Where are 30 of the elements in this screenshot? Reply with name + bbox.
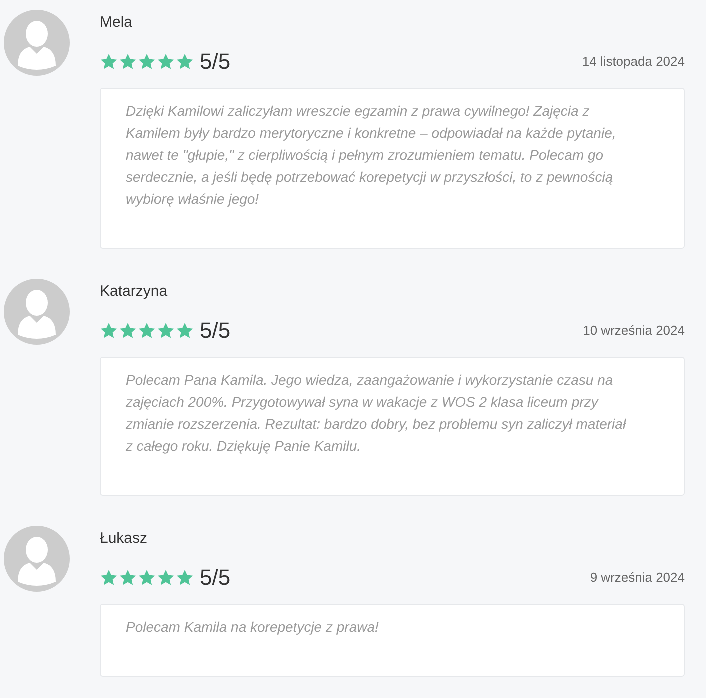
rating-score: 5/5 bbox=[200, 50, 231, 74]
star-icon bbox=[176, 53, 194, 71]
star-icon bbox=[157, 53, 175, 71]
star-icon bbox=[100, 53, 118, 71]
star-icon bbox=[138, 322, 156, 340]
star-icon bbox=[100, 322, 118, 340]
reviewer-name: Katarzyna bbox=[100, 282, 169, 302]
star-icon bbox=[157, 569, 175, 587]
star-icon bbox=[138, 569, 156, 587]
avatar-icon bbox=[4, 10, 70, 76]
star-icon bbox=[119, 53, 137, 71]
review-date: 9 września 2024 bbox=[590, 569, 685, 588]
star-icon bbox=[100, 569, 118, 587]
review-text: Dzięki Kamilowi zaliczyłam wreszcie egzamin z prawa cywilnego! Zajęcia z Kamilem były bardzo merytoryczne i konkretne – odpowiadał na każde pytanie, nawet te "głupie," z cierpliwością i pełnym zrozumieniem tematu. Polecam go serdecznie, a jeśli będę potrzebować korepetycji w przyszłości, to z pewnością wybiorę właśnie jego! bbox=[126, 102, 618, 209]
review-text: Polecam Pana Kamila. Jego wiedza, zaangażowanie i wykorzystanie czasu na zajęciach 200%. Przygotowywał syna w wakacje z WOS 2 klasa liceum przy zmianie rozszerzenia. Rezultat: bardzo dobry, bez problemu syn zaliczył materiał z całego roku. Dziękuję Panie Kamilu. bbox=[126, 371, 628, 456]
review-date: 14 listopada 2024 bbox=[582, 53, 685, 72]
avatar-icon bbox=[4, 526, 70, 592]
avatar-icon bbox=[4, 279, 70, 345]
star-icon bbox=[176, 569, 194, 587]
star-icon bbox=[119, 322, 137, 340]
reviewer-name: Mela bbox=[100, 13, 134, 33]
rating-score: 5/5 bbox=[200, 319, 231, 343]
star-icon bbox=[138, 53, 156, 71]
review-date: 10 września 2024 bbox=[583, 322, 685, 340]
rating-score: 5/5 bbox=[200, 566, 231, 590]
review-text: Polecam Kamila na korepetycje z prawa! bbox=[126, 618, 380, 637]
star-icon bbox=[119, 569, 137, 587]
star-icon bbox=[157, 322, 175, 340]
reviewer-name: Łukasz bbox=[100, 529, 149, 549]
star-icon bbox=[176, 322, 194, 340]
